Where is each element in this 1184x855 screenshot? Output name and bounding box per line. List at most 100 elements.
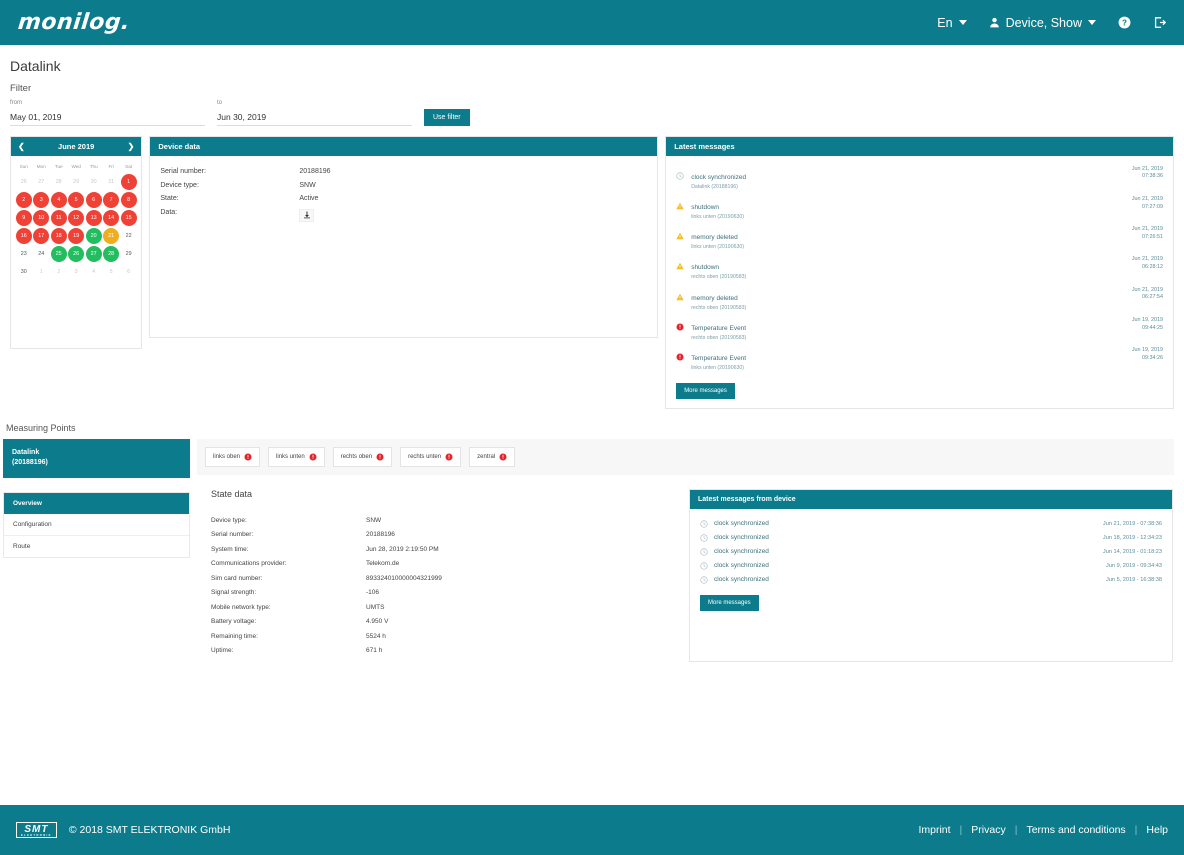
calendar-day[interactable]: 19 xyxy=(68,228,84,244)
measuring-point-tab[interactable]: rechts oben xyxy=(333,447,392,467)
message-time: 07:27:09 xyxy=(1132,204,1163,212)
sidebar-device-item[interactable]: Datalink (20188196) xyxy=(3,439,190,478)
device-data-download-row: Data: xyxy=(160,209,647,222)
user-name-label: Device, Show xyxy=(1006,16,1082,30)
user-icon xyxy=(989,17,1000,28)
measuring-point-tab[interactable]: links oben xyxy=(205,447,260,467)
calendar-cell: 29 xyxy=(120,245,137,263)
warning-icon xyxy=(676,196,685,215)
device-message-row[interactable]: clock synchronizedJun 14, 2019 - 01:18:2… xyxy=(696,545,1166,559)
calendar-day[interactable]: 29 xyxy=(121,246,137,262)
calendar-day[interactable]: 26 xyxy=(68,246,84,262)
calendar-cell: 17 xyxy=(32,227,49,245)
language-selector[interactable]: En xyxy=(937,16,966,30)
message-row[interactable]: shutdownlinks unten (20190630)Jun 21, 20… xyxy=(672,193,1167,223)
state-data-value: UMTS xyxy=(366,604,384,611)
calendar-day[interactable]: 24 xyxy=(33,246,49,262)
calendar-weekday: Thu xyxy=(85,162,102,173)
calendar-prev-button[interactable]: ❮ xyxy=(18,143,25,151)
app-root: monilog. En Device, Show ? xyxy=(0,0,1184,855)
logout-button[interactable] xyxy=(1153,16,1166,29)
use-filter-button[interactable]: Use filter xyxy=(424,109,470,126)
from-date-input[interactable] xyxy=(10,112,205,126)
download-icon[interactable] xyxy=(299,209,314,222)
help-button[interactable]: ? xyxy=(1118,16,1131,29)
device-message-title: clock synchronized xyxy=(714,520,1097,527)
calendar-day[interactable]: 2 xyxy=(16,192,32,208)
copyright-text: © 2018 SMT ELEKTRONIK GmbH xyxy=(69,824,231,836)
calendar-cell: 7 xyxy=(102,191,119,209)
calendar-day[interactable]: 6 xyxy=(86,192,102,208)
calendar-cell: 16 xyxy=(15,227,32,245)
device-message-row[interactable]: clock synchronizedJun 21, 2019 - 07:38:3… xyxy=(696,517,1166,531)
footer-link-imprint[interactable]: Imprint xyxy=(918,824,950,836)
message-source: rechts oben (20190583) xyxy=(691,274,1126,281)
device-message-row[interactable]: clock synchronizedJun 5, 2019 - 16:38:38 xyxy=(696,573,1166,587)
more-messages-button[interactable]: More messages xyxy=(676,383,735,399)
calendar-day[interactable]: 8 xyxy=(121,192,137,208)
footer-link-privacy[interactable]: Privacy xyxy=(971,824,1005,836)
device-messages-heading: Latest messages from device xyxy=(690,490,1172,509)
message-row[interactable]: Temperature Eventlinks unten (20190630)J… xyxy=(672,345,1167,375)
latest-messages-body: clock synchronizedDatalink (20188196)Jun… xyxy=(666,156,1173,408)
message-row[interactable]: memory deletedlinks unten (20190630)Jun … xyxy=(672,224,1167,254)
calendar-day[interactable]: 30 xyxy=(16,264,32,280)
device-message-row[interactable]: clock synchronizedJun 18, 2019 - 12:34:2… xyxy=(696,531,1166,545)
calendar-day[interactable]: 22 xyxy=(121,228,137,244)
calendar-day[interactable]: 4 xyxy=(51,192,67,208)
measuring-point-tab[interactable]: links unten xyxy=(268,447,325,467)
measuring-point-tab[interactable]: rechts unten xyxy=(400,447,461,467)
device-message-timestamp: Jun 9, 2019 - 09:34:43 xyxy=(1106,563,1162,569)
message-row[interactable]: Temperature Eventrechts oben (20190583)J… xyxy=(672,314,1167,344)
state-data-value: -106 xyxy=(366,589,379,596)
calendar-day[interactable]: 25 xyxy=(51,246,67,262)
sidebar-nav-item-route[interactable]: Route xyxy=(4,536,189,557)
footer-link-help[interactable]: Help xyxy=(1146,824,1168,836)
calendar-day[interactable]: 17 xyxy=(33,228,49,244)
calendar-cell: 15 xyxy=(120,209,137,227)
monilog-logo: monilog. xyxy=(17,10,132,35)
calendar-day[interactable]: 15 xyxy=(121,210,137,226)
calendar-day[interactable]: 7 xyxy=(103,192,119,208)
calendar-day[interactable]: 10 xyxy=(33,210,49,226)
calendar-day[interactable]: 3 xyxy=(33,192,49,208)
calendar-day[interactable]: 5 xyxy=(68,192,84,208)
calendar-day[interactable]: 28 xyxy=(103,246,119,262)
calendar-day[interactable]: 1 xyxy=(121,174,137,190)
to-date-input[interactable] xyxy=(217,112,412,126)
user-menu[interactable]: Device, Show xyxy=(989,16,1096,30)
alert-icon xyxy=(445,453,453,461)
help-circle-icon: ? xyxy=(1118,16,1131,29)
calendar-cell: 11 xyxy=(50,209,67,227)
message-row[interactable]: memory deletedrechts oben (20190583)Jun … xyxy=(672,284,1167,314)
calendar-day[interactable]: 14 xyxy=(103,210,119,226)
calendar-day[interactable]: 16 xyxy=(16,228,32,244)
calendar-day[interactable]: 18 xyxy=(51,228,67,244)
device-message-timestamp: Jun 14, 2019 - 01:18:23 xyxy=(1103,549,1162,555)
message-row[interactable]: clock synchronizedDatalink (20188196)Jun… xyxy=(672,163,1167,193)
calendar-day[interactable]: 12 xyxy=(68,210,84,226)
sidebar-nav-item-configuration[interactable]: Configuration xyxy=(4,514,189,536)
calendar-day[interactable]: 20 xyxy=(86,228,102,244)
more-device-messages-button[interactable]: More messages xyxy=(700,595,759,611)
warning-icon xyxy=(676,256,685,275)
calendar-day: 28 xyxy=(51,174,67,190)
measuring-point-tab[interactable]: zentral xyxy=(469,447,515,467)
device-message-title: clock synchronized xyxy=(714,562,1100,569)
calendar-day[interactable]: 13 xyxy=(86,210,102,226)
device-message-title: clock synchronized xyxy=(714,576,1100,583)
calendar-day[interactable]: 27 xyxy=(86,246,102,262)
calendar-day[interactable]: 23 xyxy=(16,246,32,262)
calendar-day: 29 xyxy=(68,174,84,190)
sidebar-nav-item-overview[interactable]: Overview xyxy=(4,493,189,514)
device-message-row[interactable]: clock synchronized Jun 9, 2019 - 09:34:43 xyxy=(696,559,1166,573)
message-row[interactable]: shutdownrechts oben (20190583)Jun 21, 20… xyxy=(672,254,1167,284)
calendar-next-button[interactable]: ❯ xyxy=(128,143,135,151)
calendar-day[interactable]: 11 xyxy=(51,210,67,226)
calendar-day[interactable]: 9 xyxy=(16,210,32,226)
sidebar-device-serial: (20188196) xyxy=(12,458,181,469)
footer-link-terms-and-conditions[interactable]: Terms and conditions xyxy=(1026,824,1125,836)
state-data-row: Serial number:20188196 xyxy=(211,531,677,538)
calendar-weekday: Mon xyxy=(32,162,49,173)
calendar-day[interactable]: 21 xyxy=(103,228,119,244)
